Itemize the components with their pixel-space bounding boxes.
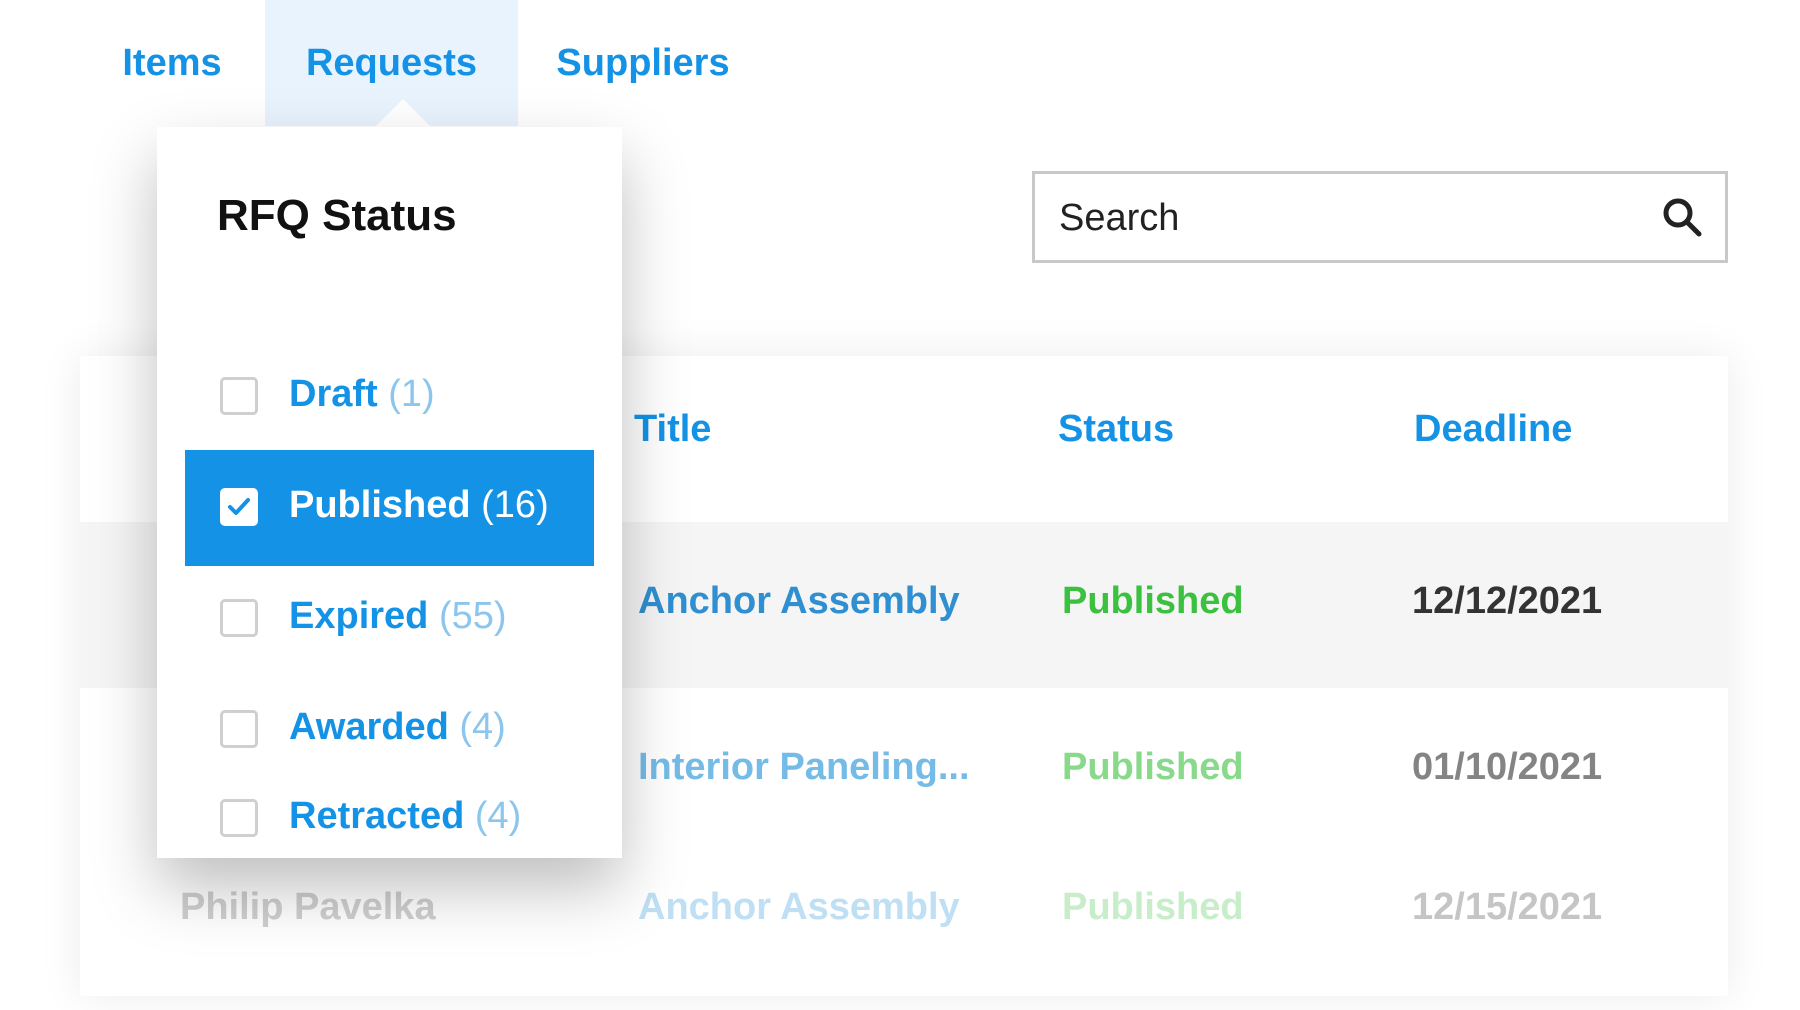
- filter-option-draft[interactable]: Draft (1): [185, 339, 594, 455]
- search-icon[interactable]: [1661, 196, 1703, 238]
- row-title-link[interactable]: Anchor Assembly: [638, 886, 960, 929]
- dropdown-title: RFQ Status: [217, 191, 457, 240]
- row-deadline: 01/10/2021: [1412, 746, 1603, 788]
- filter-option-awarded[interactable]: Awarded (4): [185, 672, 594, 788]
- table-row[interactable]: Philip Pavelka Anchor Assembly Published…: [80, 846, 1728, 996]
- option-count: (55): [438, 595, 507, 637]
- checkmark-icon: [228, 498, 250, 515]
- option-count: (1): [388, 373, 435, 415]
- checkbox[interactable]: [220, 599, 258, 637]
- option-name: Expired: [289, 595, 429, 637]
- tab-items[interactable]: Items: [110, 0, 234, 126]
- search-input[interactable]: [1057, 174, 1641, 262]
- option-label: Awarded (4): [289, 706, 506, 749]
- filter-option-expired[interactable]: Expired (55): [185, 561, 594, 677]
- filter-option-published[interactable]: Published (16): [185, 450, 594, 566]
- row-status: Published: [1062, 746, 1244, 788]
- dropdown-caret: [375, 99, 431, 127]
- column-header-title[interactable]: Title: [634, 408, 711, 451]
- row-title-link[interactable]: Anchor Assembly: [638, 580, 960, 623]
- option-name: Retracted: [289, 795, 465, 837]
- option-label: Retracted (4): [289, 795, 521, 838]
- row-title-link[interactable]: Interior Paneling...: [638, 746, 970, 789]
- column-header-status[interactable]: Status: [1058, 408, 1174, 451]
- option-label: Draft (1): [289, 373, 435, 416]
- option-label: Expired (55): [289, 595, 507, 638]
- checkbox[interactable]: [220, 710, 258, 748]
- row-status: Published: [1062, 886, 1244, 928]
- rfq-status-dropdown: RFQ Status Draft (1) Published (16) Expi…: [157, 127, 622, 858]
- checkbox[interactable]: [220, 377, 258, 415]
- checkbox-checked[interactable]: [220, 488, 258, 526]
- option-count: (16): [481, 484, 549, 526]
- search-box: [1032, 171, 1728, 263]
- option-name: Awarded: [289, 706, 449, 748]
- row-status: Published: [1062, 580, 1244, 622]
- tab-suppliers[interactable]: Suppliers: [548, 0, 738, 126]
- row-deadline: 12/15/2021: [1412, 886, 1603, 928]
- checkbox[interactable]: [220, 799, 258, 837]
- option-name: Draft: [289, 373, 378, 415]
- column-header-deadline[interactable]: Deadline: [1414, 408, 1572, 451]
- option-name: Published: [289, 484, 471, 526]
- option-count: (4): [459, 706, 506, 748]
- row-name: Philip Pavelka: [180, 886, 436, 928]
- filter-option-retracted[interactable]: Retracted (4): [185, 783, 594, 853]
- option-count: (4): [474, 795, 522, 837]
- row-deadline: 12/12/2021: [1412, 580, 1603, 622]
- option-label: Published (16): [289, 484, 549, 527]
